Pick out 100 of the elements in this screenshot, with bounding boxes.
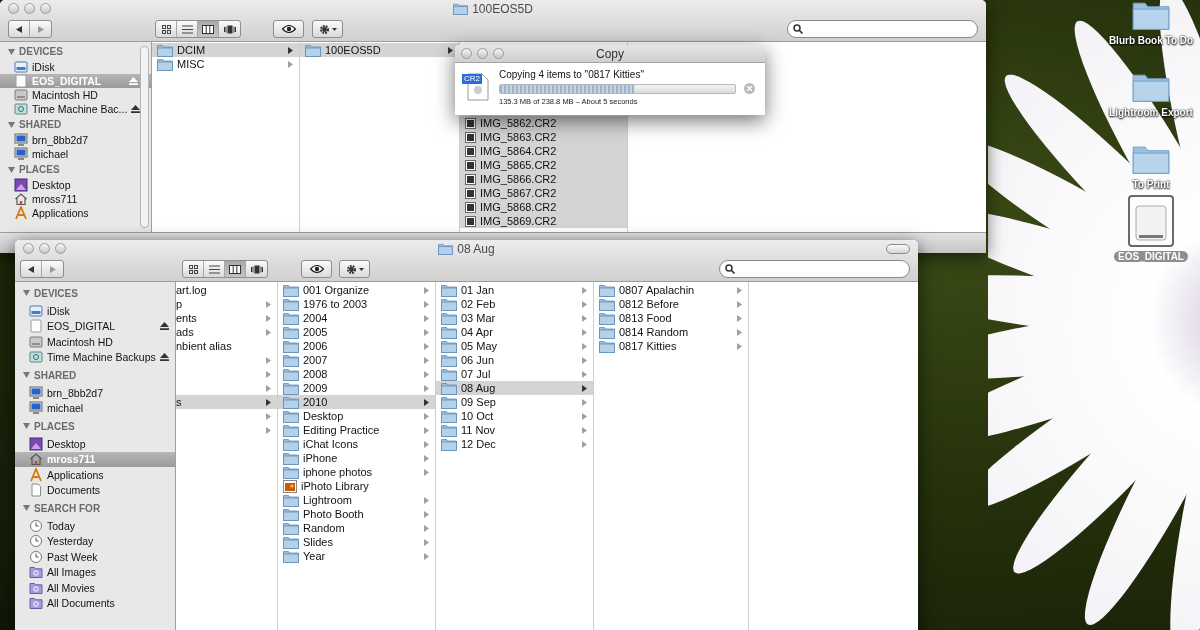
file-row[interactable]: DCIM — [152, 43, 299, 57]
disclosure-triangle-icon[interactable] — [23, 423, 30, 429]
close-button[interactable] — [23, 243, 34, 255]
action-button[interactable] — [339, 260, 370, 279]
file-row[interactable]: Desktop — [278, 409, 435, 423]
zoom-button[interactable] — [493, 48, 504, 59]
sidebar-item[interactable]: mross711 — [0, 192, 151, 206]
minimize-button[interactable] — [477, 48, 488, 59]
search-field[interactable] — [787, 20, 978, 39]
file-row[interactable]: IMG_5862.CR2 — [460, 116, 627, 130]
file-row[interactable]: 2004 — [278, 311, 435, 325]
file-row[interactable]: 09 Sep — [436, 395, 593, 409]
disclosure-arrow-icon[interactable] — [424, 398, 429, 406]
search-field[interactable] — [719, 260, 910, 279]
view-mode-control[interactable] — [155, 20, 241, 39]
file-row[interactable]: 11 Nov — [436, 423, 593, 437]
sidebar-item[interactable]: All Images — [15, 564, 175, 580]
file-row[interactable]: Editing Practice — [278, 423, 435, 437]
file-row[interactable]: 0812 Before — [594, 297, 748, 311]
file-row[interactable]: Photo Booth — [278, 507, 435, 521]
file-row[interactable]: 01 Jan — [436, 283, 593, 297]
file-row[interactable]: 07 Jul — [436, 367, 593, 381]
file-row[interactable]: 0813 Food — [594, 311, 748, 325]
file-row[interactable]: p — [176, 297, 277, 311]
back-forward-control[interactable] — [20, 260, 64, 279]
sidebar-item[interactable]: EOS_DIGITAL — [15, 318, 175, 334]
toolbar-toggle-button[interactable] — [886, 243, 910, 254]
cancel-icon[interactable] — [744, 83, 755, 94]
action-button[interactable] — [312, 20, 343, 39]
file-row[interactable]: Year — [278, 549, 435, 563]
file-row[interactable]: 0817 Kitties — [594, 339, 748, 353]
file-row[interactable]: 05 May — [436, 339, 593, 353]
disclosure-arrow-icon[interactable] — [266, 398, 271, 406]
desktop-icon-label[interactable]: To Print — [1128, 179, 1174, 190]
file-row[interactable]: 0807 Apalachin — [594, 283, 748, 297]
disclosure-triangle-icon[interactable] — [23, 372, 30, 378]
sidebar-item[interactable]: Desktop — [0, 178, 151, 192]
file-row[interactable]: iPhoto Library — [278, 479, 435, 493]
file-row[interactable]: 1976 to 2003 — [278, 297, 435, 311]
file-row[interactable]: ents — [176, 311, 277, 325]
disclosure-triangle-icon[interactable] — [8, 48, 15, 55]
eject-icon[interactable] — [160, 353, 169, 362]
file-row[interactable]: 0814 Random — [594, 325, 748, 339]
disclosure-arrow-icon[interactable] — [582, 384, 587, 392]
column-view-button[interactable] — [225, 261, 246, 278]
zoom-button[interactable] — [40, 3, 51, 15]
sidebar-item[interactable]: Today — [15, 518, 175, 534]
file-row[interactable]: MISC — [152, 57, 299, 71]
sidebar-item[interactable]: Time Machine Backups — [15, 349, 175, 365]
sidebar-item[interactable]: All Documents — [15, 595, 175, 611]
disclosure-arrow-icon[interactable] — [448, 46, 453, 54]
file-row[interactable]: 10 Oct — [436, 409, 593, 423]
eject-icon[interactable] — [160, 322, 169, 331]
disclosure-triangle-icon[interactable] — [8, 121, 15, 128]
sidebar-item[interactable]: iDisk — [15, 303, 175, 319]
eject-icon[interactable] — [131, 105, 141, 113]
file-row[interactable]: ads — [176, 325, 277, 339]
file-row[interactable]: 02 Feb — [436, 297, 593, 311]
file-row[interactable]: IMG_5867.CR2 — [460, 186, 627, 200]
file-row[interactable]: 100EOS5D — [300, 43, 459, 57]
view-mode-control[interactable] — [182, 260, 268, 279]
file-row[interactable]: 04 Apr — [436, 325, 593, 339]
sidebar-item[interactable]: brn_8bb2d7 — [15, 385, 175, 401]
sidebar-item[interactable]: iDisk — [0, 60, 151, 74]
file-row[interactable]: 08 Aug — [436, 381, 593, 395]
file-row[interactable]: 06 Jun — [436, 353, 593, 367]
sidebar-item[interactable]: Applications — [0, 206, 151, 220]
file-row[interactable]: 2008 — [278, 367, 435, 381]
sidebar-item[interactable]: michael — [15, 400, 175, 416]
file-row[interactable]: iphone photos — [278, 465, 435, 479]
file-row[interactable]: Random — [278, 521, 435, 535]
zoom-button[interactable] — [55, 243, 66, 255]
file-row[interactable]: iChat Icons — [278, 437, 435, 451]
drive-icon[interactable] — [1134, 205, 1168, 243]
folder-icon[interactable] — [1132, 0, 1170, 31]
disclosure-arrow-icon[interactable] — [288, 46, 293, 54]
sidebar-item[interactable]: Documents — [15, 482, 175, 498]
file-row[interactable]: IMG_5864.CR2 — [460, 144, 627, 158]
file-row[interactable]: Slides — [278, 535, 435, 549]
sidebar-item[interactable]: Macintosh HD — [15, 334, 175, 350]
file-row[interactable]: 2005 — [278, 325, 435, 339]
file-row[interactable]: 12 Dec — [436, 437, 593, 451]
scrollbar[interactable] — [140, 46, 149, 228]
sidebar-item[interactable]: Yesterday — [15, 533, 175, 549]
file-row[interactable]: nbient alias — [176, 339, 277, 353]
file-row[interactable]: IMG_5863.CR2 — [460, 130, 627, 144]
sidebar-item[interactable]: Past Week — [15, 549, 175, 565]
minimize-button[interactable] — [39, 243, 50, 255]
quick-look-button[interactable] — [301, 260, 332, 279]
sidebar-item[interactable]: Time Machine Bac... — [0, 102, 151, 116]
sidebar-item[interactable]: Macintosh HD — [0, 88, 151, 102]
sidebar-item[interactable]: Desktop — [15, 436, 175, 452]
file-row[interactable]: 03 Mar — [436, 311, 593, 325]
file-row[interactable]: IMG_5866.CR2 — [460, 172, 627, 186]
file-row[interactable]: IMG_5868.CR2 — [460, 200, 627, 214]
back-forward-control[interactable] — [8, 20, 52, 39]
file-row[interactable]: art.log — [176, 283, 277, 297]
column-view-button[interactable] — [198, 21, 219, 38]
sidebar-item[interactable]: brn_8bb2d7 — [0, 133, 151, 147]
folder-icon[interactable] — [1132, 71, 1170, 103]
